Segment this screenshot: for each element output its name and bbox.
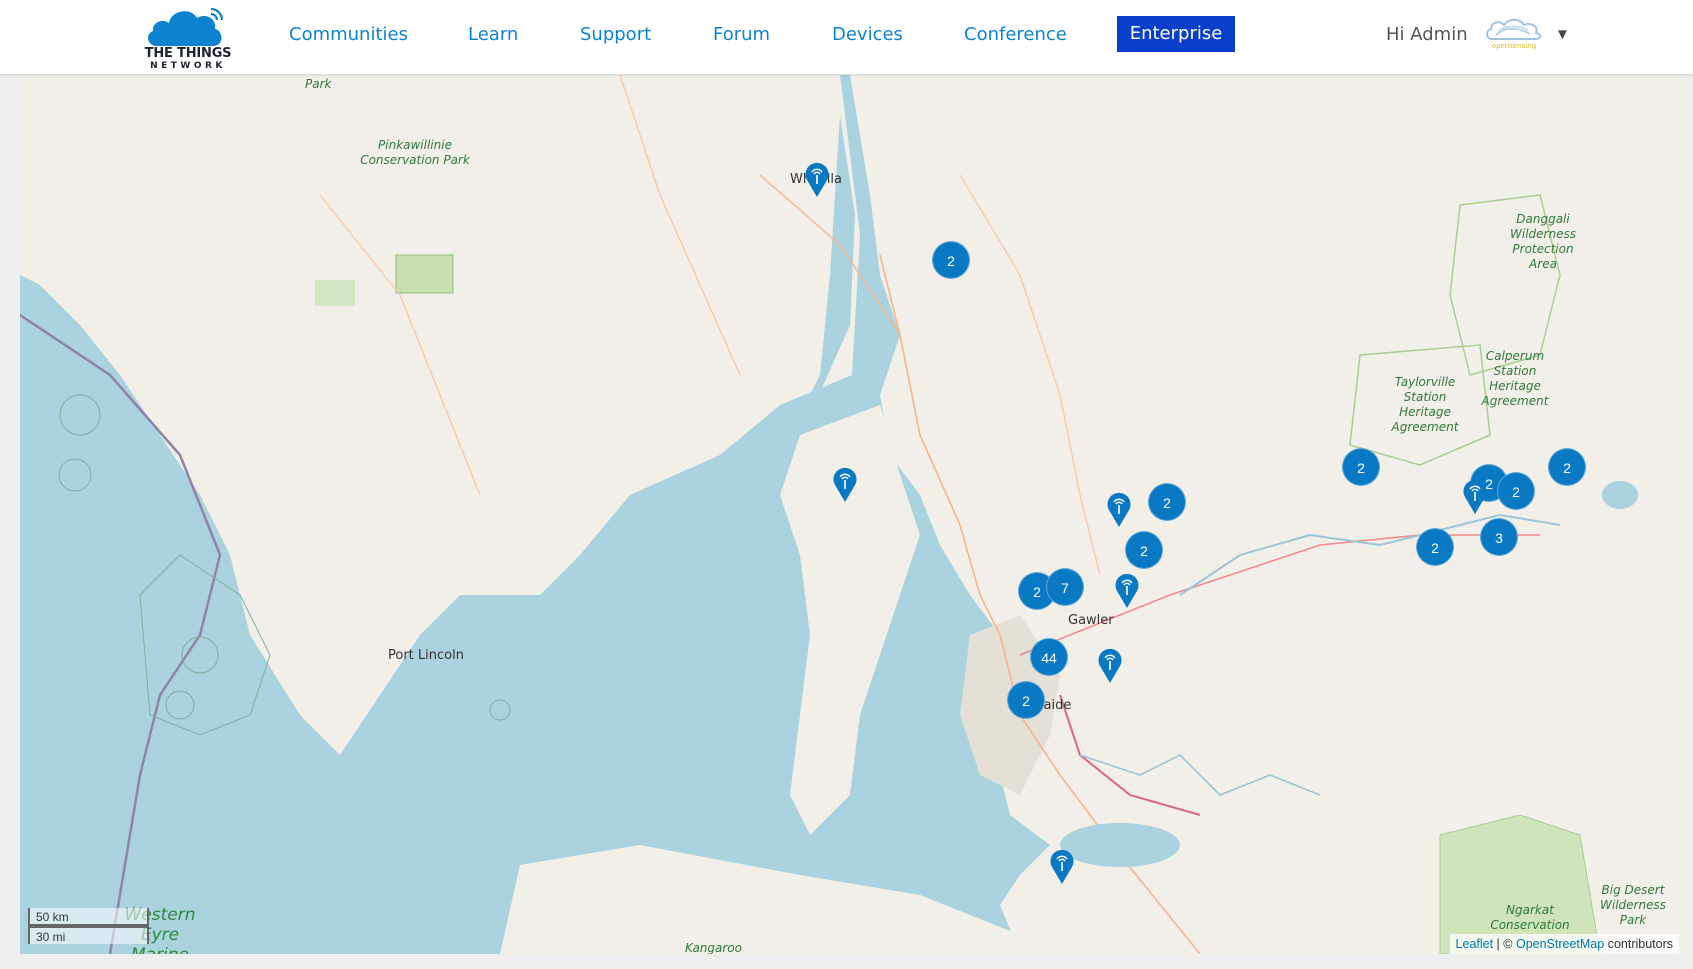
cluster-marker[interactable]: 2 — [932, 241, 970, 279]
cluster-marker[interactable]: 2 — [1416, 528, 1454, 566]
cluster-marker[interactable]: 44 — [1030, 638, 1068, 676]
cluster-marker[interactable]: 2 — [1548, 448, 1586, 486]
nav-communities[interactable]: Communities — [289, 24, 408, 45]
logo-line-2: NETWORK — [150, 61, 226, 71]
attribution-separator: | © — [1493, 937, 1516, 951]
cluster-marker[interactable]: 7 — [1046, 568, 1084, 606]
gateway-pin-icon[interactable] — [1462, 477, 1488, 515]
gateway-pin-icon[interactable] — [1097, 646, 1123, 684]
map-label-calperum: Calperum Station Heritage Agreement — [1481, 349, 1549, 408]
organization-logo-caption: opensensing — [1491, 42, 1537, 50]
cloud-icon — [148, 7, 224, 47]
nav-devices[interactable]: Devices — [832, 24, 903, 45]
gateway-pin-icon[interactable] — [1049, 847, 1075, 885]
attribution-suffix: contributors — [1604, 937, 1673, 951]
ttn-logo[interactable]: THE THINGS NETWORK — [143, 4, 233, 72]
map-label-park: Park — [305, 77, 332, 91]
nav-forum[interactable]: Forum — [713, 24, 770, 45]
map-label-big-desert: Big Desert Wilderness Park — [1600, 883, 1666, 927]
map-attribution: Leaflet | © OpenStreetMap contributors — [1449, 934, 1679, 954]
map-label-pinkawillinie: Pinkawillinie Conservation Park — [360, 138, 470, 167]
nav-learn[interactable]: Learn — [468, 24, 518, 45]
map-label-kangaroo: Kangaroo — [685, 941, 742, 954]
gateway-pin-icon[interactable] — [832, 465, 858, 503]
map-label-danggali: Danggali Wilderness Protection Area — [1510, 212, 1576, 271]
map-label-gawler: Gawler — [1068, 613, 1114, 628]
gateway-pin-icon[interactable] — [804, 160, 830, 198]
gateway-pin-icon[interactable] — [1106, 490, 1132, 528]
user-menu-caret-icon[interactable]: ▼ — [1555, 26, 1570, 43]
gateway-map[interactable]: Park Pinkawillinie Conservation Park Dan… — [20, 75, 1685, 954]
cluster-marker[interactable]: 2 — [1125, 531, 1163, 569]
cluster-marker[interactable]: 2 — [1342, 448, 1380, 486]
opensensing-cloud-icon — [1486, 18, 1542, 40]
cluster-marker[interactable]: 2 — [1148, 483, 1186, 521]
map-tiles — [20, 75, 1685, 954]
map-label-ngarkat: Ngarkat Conservation — [1490, 903, 1570, 932]
scale-km: 50 km — [28, 908, 149, 926]
nav-support[interactable]: Support — [580, 24, 651, 45]
gateway-pin-icon[interactable] — [1114, 571, 1140, 609]
scale-mi: 30 mi — [28, 926, 149, 944]
logo-wordmark: THE THINGS NETWORK — [143, 47, 233, 71]
cluster-marker[interactable]: 3 — [1480, 518, 1518, 556]
leaflet-link[interactable]: Leaflet — [1456, 937, 1494, 951]
map-scale: 50 km 30 mi — [28, 908, 149, 944]
user-greeting: Hi Admin — [1386, 24, 1468, 45]
logo-line-1: THE THINGS — [144, 46, 232, 61]
organization-logo[interactable]: opensensing — [1484, 17, 1544, 51]
top-navbar: THE THINGS NETWORK Communities Learn Sup… — [0, 0, 1693, 74]
map-label-port-lincoln: Port Lincoln — [388, 648, 464, 663]
cluster-marker[interactable]: 2 — [1007, 681, 1045, 719]
nav-enterprise-button[interactable]: Enterprise — [1117, 16, 1235, 52]
nav-conference[interactable]: Conference — [964, 24, 1067, 45]
cluster-marker[interactable]: 2 — [1497, 472, 1535, 510]
openstreetmap-link[interactable]: OpenStreetMap — [1516, 937, 1604, 951]
map-label-taylorville: Taylorville Station Heritage Agreement — [1391, 375, 1459, 434]
